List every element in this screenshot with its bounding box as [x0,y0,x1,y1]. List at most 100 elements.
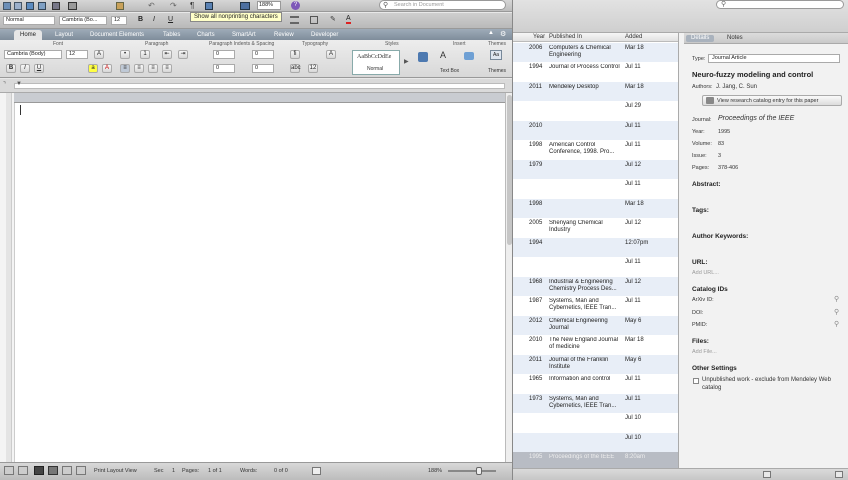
spacing-after-field[interactable]: 0 [252,64,274,73]
bullets-button[interactable]: • [120,50,130,59]
style-gallery-item[interactable]: AaBbCcDdEe Normal [352,50,400,75]
redo-icon[interactable]: ↷ [170,1,177,10]
font-name-select[interactable]: Cambria (Bo... [59,16,107,25]
ribbon-font-name[interactable]: Cambria (Body) [4,50,62,59]
tab-notes[interactable]: Notes [722,35,748,42]
spelling-status-icon[interactable] [312,467,321,475]
themes-label[interactable]: Themes [488,68,506,74]
list-item[interactable]: 2011 Mendeley Desktop Mar 18 [513,81,678,101]
list-item[interactable]: 1998 American Control Conference, 1998. P… [513,140,678,160]
spacing-before-field[interactable]: 0 [213,64,235,73]
typography-button[interactable]: fi [290,50,300,59]
zoom-slider[interactable] [448,467,496,475]
indent-left-field[interactable]: 0 [213,50,235,59]
tab-smartart[interactable]: SmartArt [232,30,256,40]
save-icon[interactable] [52,2,60,10]
list-item[interactable]: 1979 Jul 12 [513,159,678,179]
italic-icon[interactable]: I [153,16,155,23]
list-item[interactable]: 1995 Proceedings of the IEEE 8:20am [513,452,678,468]
scroll-thumb[interactable] [507,95,512,245]
list-item[interactable]: 2006 Computers & Chemical Engineering Mar … [513,42,678,62]
list-item[interactable]: Jul 29 [513,101,678,121]
zoom-select[interactable]: 188% [257,1,281,10]
text-box-label[interactable]: Text Box [440,68,459,74]
tab-layout[interactable]: Layout [55,30,73,40]
align-left-button[interactable]: ≡ [120,64,130,73]
view-outline-icon[interactable] [18,466,28,475]
column-year[interactable]: Year [533,33,545,42]
text-box-icon[interactable]: A [440,50,446,60]
undo-icon[interactable]: ↶ [148,1,155,10]
unpublished-checkbox[interactable] [693,378,699,384]
list-item[interactable]: 1968 Industrial & Engineering Chemistry P… [513,276,678,296]
abc-button[interactable]: abc [290,64,301,73]
themes-icon[interactable]: Aa [490,50,502,60]
justify-button[interactable]: ≡ [162,64,172,73]
document-title[interactable]: Neuro-fuzzy modeling and control [692,70,813,79]
open-icon[interactable] [26,2,34,10]
tab-stop-icon[interactable]: ⌝ [3,81,6,88]
list-item[interactable]: 2012 Chemical Engineering Journal May 6 [513,315,678,335]
typography-menu-button[interactable]: 12 [308,64,318,73]
zoom-slider-thumb[interactable] [476,467,482,475]
underline-button[interactable]: U [34,64,44,73]
tab-tables[interactable]: Tables [163,30,180,40]
tags-heading[interactable]: Tags: [692,207,709,214]
tab-details[interactable]: Details [686,35,715,42]
list-item[interactable]: 1994 Journal of Process Control Jul 11 [513,62,678,82]
column-published-in[interactable]: Published In [549,33,582,42]
arxiv-lookup-icon[interactable]: ⚲ [834,295,839,303]
volume-value[interactable]: 83 [718,141,724,147]
mendeley-search-field[interactable]: ⚲ [716,0,844,9]
list-item[interactable]: 2010 The New England Journal of medicine M… [513,335,678,355]
font-color-button[interactable]: A [102,64,112,73]
tab-charts[interactable]: Charts [197,30,215,40]
add-file-link[interactable]: Add File... [692,349,717,355]
font-color-icon[interactable]: A [346,15,351,24]
pmid-lookup-icon[interactable]: ⚲ [834,320,839,328]
styles-pane-icon[interactable] [418,52,428,62]
type-select[interactable]: Journal Article [708,54,840,63]
shape-icon[interactable] [464,52,474,60]
toolbox-icon[interactable] [240,2,250,10]
show-nonprinting-icon[interactable]: ¶ [190,1,194,10]
view-print-icon[interactable] [48,466,58,475]
style-gallery-arrow-icon[interactable]: ▶ [404,58,409,65]
indent-marker-icon[interactable]: ▼ [16,81,22,87]
highlight-button[interactable]: a [88,64,98,73]
list-item[interactable]: Jul 11 [513,257,678,277]
list-item[interactable]: Jul 11 [513,179,678,199]
tab-review[interactable]: Review [274,30,294,40]
list-item[interactable]: 2010 Jul 11 [513,120,678,140]
list-item[interactable]: 2005 Shenyang Chemical Industry Jul 12 [513,218,678,238]
add-url-link[interactable]: Add URL... [692,270,719,276]
gallery-icon[interactable] [205,2,213,10]
ribbon-settings-icon[interactable]: ⚙ [500,30,506,38]
tab-home[interactable]: Home [14,30,43,40]
keywords-heading[interactable]: Author Keywords: [692,233,748,240]
doi-lookup-icon[interactable]: ⚲ [834,308,839,316]
align-right-button[interactable]: ≡ [148,64,158,73]
list-item[interactable]: Jul 10 [513,432,678,452]
authors-value[interactable]: J. Jang, C. Sun [716,84,757,90]
align-icon[interactable] [290,16,299,24]
list-item[interactable]: 1973 Systems, Man and Cybernetics, IEEE T… [513,393,678,413]
tab-document-elements[interactable]: Document Elements [90,30,144,40]
year-value[interactable]: 1995 [718,129,730,135]
italic-button[interactable]: I [20,64,30,73]
catalog-entry-button[interactable]: View research catalog entry for this pap… [702,95,842,106]
unpublished-label[interactable]: Unpublished work - exclude from Mendeley… [702,376,844,392]
list-item[interactable]: 1965 Information and control Jul 11 [513,374,678,394]
increase-indent-button[interactable]: ⇥ [178,50,188,59]
text-effects-button[interactable]: A [326,50,336,59]
horizontal-ruler[interactable]: ⌝ ▼ [0,79,512,93]
issue-value[interactable]: 3 [718,153,721,159]
list-item[interactable]: 2011 Journal of the Franklin Institute May… [513,354,678,374]
journal-value[interactable]: Proceedings of the IEEE [718,115,794,122]
panel-toggle-icon[interactable] [835,471,843,478]
ribbon-font-size[interactable]: 12 [66,50,88,59]
align-center-button[interactable]: ≡ [134,64,144,73]
indent-right-field[interactable]: 0 [252,50,274,59]
help-icon[interactable]: ? [291,1,300,10]
bold-button[interactable]: B [6,64,16,73]
